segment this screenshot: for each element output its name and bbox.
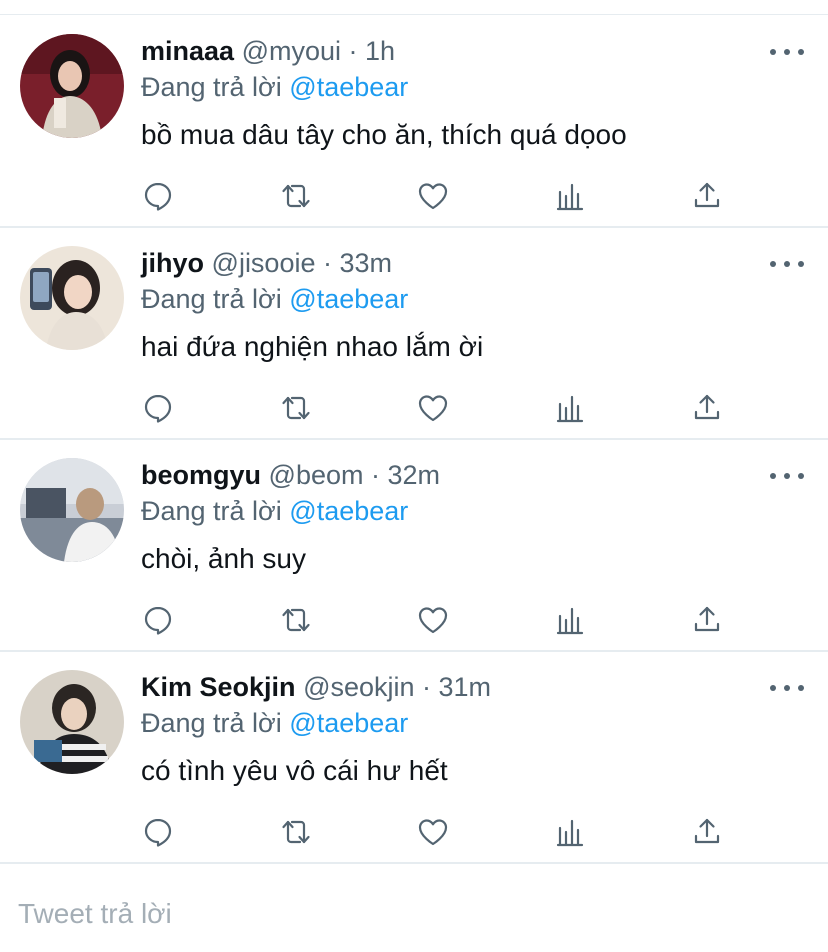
tweet-divider [0,862,828,864]
retweet-icon [282,820,310,844]
reply-icon [144,606,172,635]
retweet-icon [282,184,310,208]
heart-icon [418,395,448,422]
top-divider [0,14,828,15]
share-button[interactable] [687,176,727,216]
analytics-button[interactable] [550,176,590,216]
replying-prefix: Đang trả lời [141,496,282,526]
heart-icon [418,183,448,210]
tweet-text: chòi, ảnh suy [141,543,306,574]
reply-tweet[interactable]: minaaa @myoui · 1h Đang trả lời @taebear… [0,16,828,228]
tweet-header: beomgyu @beom · 32m [141,458,440,492]
replying-prefix: Đang trả lời [141,72,282,102]
like-button[interactable] [413,600,453,640]
analytics-icon [556,607,584,635]
avatar[interactable] [20,458,124,562]
tweet-text: bồ mua dâu tây cho ăn, thích quá dọoo [141,119,627,150]
mention-link[interactable]: @taebear [289,72,408,102]
share-button[interactable] [687,388,727,428]
analytics-icon [556,183,584,211]
analytics-button[interactable] [550,812,590,852]
share-icon [694,818,720,844]
reply-icon [144,182,172,211]
avatar[interactable] [20,34,124,138]
share-button[interactable] [687,600,727,640]
reply-button[interactable] [138,388,178,428]
handle-time: @myoui · 1h [241,36,396,66]
mention-link[interactable]: @taebear [289,284,408,314]
display-name[interactable]: jihyo [141,248,204,278]
replying-to-line: Đang trả lời @taebear [141,494,408,528]
reply-composer [0,884,828,952]
like-button[interactable] [413,812,453,852]
tweet-actions [0,812,828,852]
more-icon[interactable] [770,254,804,274]
tweet-header: minaaa @myoui · 1h [141,34,395,68]
retweet-icon [282,608,310,632]
like-button[interactable] [413,388,453,428]
retweet-icon [282,396,310,420]
retweet-button[interactable] [276,812,316,852]
retweet-button[interactable] [276,388,316,428]
replying-to-line: Đang trả lời @taebear [141,282,408,316]
reply-tweet[interactable]: jihyo @jisooie · 33m Đang trả lời @taebe… [0,228,828,440]
tweet-header: jihyo @jisooie · 33m [141,246,392,280]
tweet-actions [0,388,828,428]
reply-tweet[interactable]: Kim Seokjin @seokjin · 31m Đang trả lời … [0,652,828,864]
reply-icon [144,394,172,423]
retweet-button[interactable] [276,600,316,640]
reply-button[interactable] [138,600,178,640]
like-button[interactable] [413,176,453,216]
share-icon [694,606,720,632]
handle-time: @jisooie · 33m [211,248,393,278]
share-button[interactable] [687,812,727,852]
replying-prefix: Đang trả lời [141,708,282,738]
handle-time: @beom · 32m [268,460,440,490]
more-icon[interactable] [770,678,804,698]
replying-to-line: Đang trả lời @taebear [141,706,408,740]
heart-icon [418,819,448,846]
analytics-button[interactable] [550,600,590,640]
display-name[interactable]: Kim Seokjin [141,672,296,702]
reply-button[interactable] [138,812,178,852]
tweet-text: hai đứa nghiện nhao lắm ời [141,331,484,362]
analytics-icon [556,819,584,847]
reply-button[interactable] [138,176,178,216]
reply-tweet[interactable]: beomgyu @beom · 32m Đang trả lời @taebea… [0,440,828,652]
analytics-button[interactable] [550,388,590,428]
handle-time: @seokjin · 31m [303,672,492,702]
mention-link[interactable]: @taebear [289,708,408,738]
more-icon[interactable] [770,466,804,486]
tweet-header: Kim Seokjin @seokjin · 31m [141,670,491,704]
more-icon[interactable] [770,42,804,62]
analytics-icon [556,395,584,423]
replying-to-line: Đang trả lời @taebear [141,70,408,104]
avatar[interactable] [20,246,124,350]
tweet-actions [0,600,828,640]
tweet-actions [0,176,828,216]
share-icon [694,394,720,420]
display-name[interactable]: beomgyu [141,460,261,490]
reply-input[interactable] [18,894,798,934]
avatar[interactable] [20,670,124,774]
replying-prefix: Đang trả lời [141,284,282,314]
tweet-text: có tình yêu vô cái hư hết [141,755,448,786]
mention-link[interactable]: @taebear [289,496,408,526]
heart-icon [418,607,448,634]
share-icon [694,182,720,208]
reply-icon [144,818,172,847]
display-name[interactable]: minaaa [141,36,234,66]
retweet-button[interactable] [276,176,316,216]
